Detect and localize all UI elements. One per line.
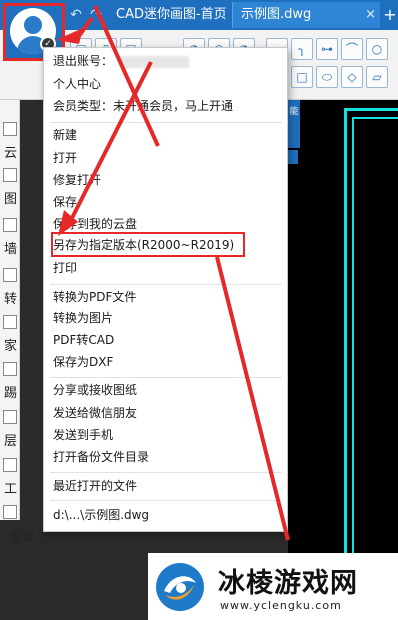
menu-item-profile[interactable]: 个人中心 — [53, 73, 101, 95]
side-panel-tab[interactable]: 能 — [288, 100, 300, 148]
drawing-inner-wall — [352, 117, 398, 620]
ellipse-icon[interactable]: ⬭ — [316, 66, 338, 88]
tab-drawing-label: 示例图.dwg — [241, 7, 312, 22]
arc-icon[interactable]: ⌒ — [341, 38, 363, 60]
left-item-convert[interactable]: 转 — [1, 288, 20, 307]
menu-item-save-dxf[interactable]: 保存为DXF — [53, 351, 113, 373]
add-tab-icon[interactable]: + — [382, 4, 398, 26]
menu-item-new[interactable]: 新建 — [53, 124, 77, 146]
tab-home[interactable]: CAD迷你画图-首页 — [108, 2, 232, 28]
redo-icon[interactable]: ↷ — [88, 7, 104, 23]
menu-item-print[interactable]: 打印 — [53, 257, 77, 279]
undo-icon[interactable]: ↶ — [68, 7, 84, 23]
menu-separator — [50, 500, 282, 501]
menu-item-send-wechat[interactable]: 发送给微信朋友 — [53, 402, 137, 424]
wall-tool-icon[interactable] — [3, 218, 17, 232]
furniture-tool-icon[interactable] — [3, 315, 17, 329]
menu-item-repair-open[interactable]: 修复打开 — [53, 169, 101, 191]
menu-item-send-phone[interactable]: 发送到手机 — [53, 424, 113, 446]
watermark-logo-icon — [156, 563, 204, 611]
cloud-tool-icon[interactable] — [3, 122, 17, 136]
left-item-wall[interactable]: 墙 — [1, 238, 20, 257]
menu-item-pdf-to-cad[interactable]: PDF转CAD — [53, 329, 114, 351]
feedback-icon[interactable] — [3, 505, 17, 519]
left-panel: 云 图 墙 转 家 踢 层 工 — [0, 100, 20, 520]
menu-item-recent-files[interactable]: 最近打开的文件 — [53, 475, 137, 497]
menu-item-logout[interactable]: 退出账号： — [53, 50, 190, 72]
polygon-icon[interactable]: ◇ — [341, 66, 363, 88]
left-item-cloud[interactable]: 云 — [1, 142, 20, 161]
parallelogram-icon[interactable]: ▱ — [366, 66, 388, 88]
menu-item-convert-image[interactable]: 转换为图片 — [53, 307, 113, 329]
line-icon[interactable]: ╮ — [291, 38, 313, 60]
menu-item-share[interactable]: 分享或接收图纸 — [53, 379, 137, 401]
left-item-feedback[interactable]: 反馈 — [7, 527, 37, 544]
convert-tool-icon[interactable] — [3, 268, 17, 282]
watermark-title: 冰棱游戏网 — [218, 568, 358, 599]
layer-manage-icon[interactable] — [3, 410, 17, 424]
left-item-image[interactable]: 图 — [1, 188, 20, 207]
left-item-furniture[interactable]: 家 — [1, 335, 20, 354]
menu-item-save[interactable]: 保存 — [53, 191, 77, 213]
menu-separator — [50, 377, 282, 378]
menu-separator — [50, 284, 282, 285]
circle-icon[interactable]: ○ — [366, 38, 388, 60]
left-item-skirting[interactable]: 踢 — [1, 382, 20, 401]
side-panel-tab-small[interactable] — [288, 150, 298, 164]
close-icon[interactable]: × — [365, 2, 376, 28]
tool-icon[interactable] — [3, 458, 17, 472]
highlight-box — [51, 232, 245, 257]
rectangle-icon[interactable]: □ — [291, 66, 313, 88]
menu-item-recent-file-1[interactable]: d:\...\示例图.dwg — [53, 504, 149, 526]
menu-item-open[interactable]: 打开 — [53, 147, 77, 169]
menu-item-backup-dir[interactable]: 打开备份文件目录 — [53, 446, 149, 468]
redacted-account — [119, 55, 190, 68]
left-item-tool[interactable]: 工 — [1, 478, 20, 497]
watermark-url: www.yclengku.com — [220, 599, 342, 612]
segment-icon[interactable]: ⊶ — [316, 38, 338, 60]
user-dropdown-menu: 退出账号： 个人中心 会员类型：未开通会员，马上开通 新建 打开 修复打开 保存… — [43, 47, 288, 532]
menu-separator — [50, 122, 282, 123]
menu-separator — [50, 472, 282, 473]
tab-home-label: CAD迷你画图-首页 — [116, 7, 227, 22]
left-item-layer[interactable]: 层 — [1, 430, 20, 449]
watermark-banner: 冰棱游戏网 www.yclengku.com — [148, 553, 398, 620]
tab-drawing[interactable]: 示例图.dwg × — [232, 2, 380, 28]
menu-item-membership[interactable]: 会员类型：未开通会员，马上开通 — [53, 95, 233, 117]
skirting-tool-icon[interactable] — [3, 362, 17, 376]
layer-tool-icon[interactable] — [3, 168, 17, 182]
menu-item-convert-pdf[interactable]: 转换为PDF文件 — [53, 286, 136, 308]
